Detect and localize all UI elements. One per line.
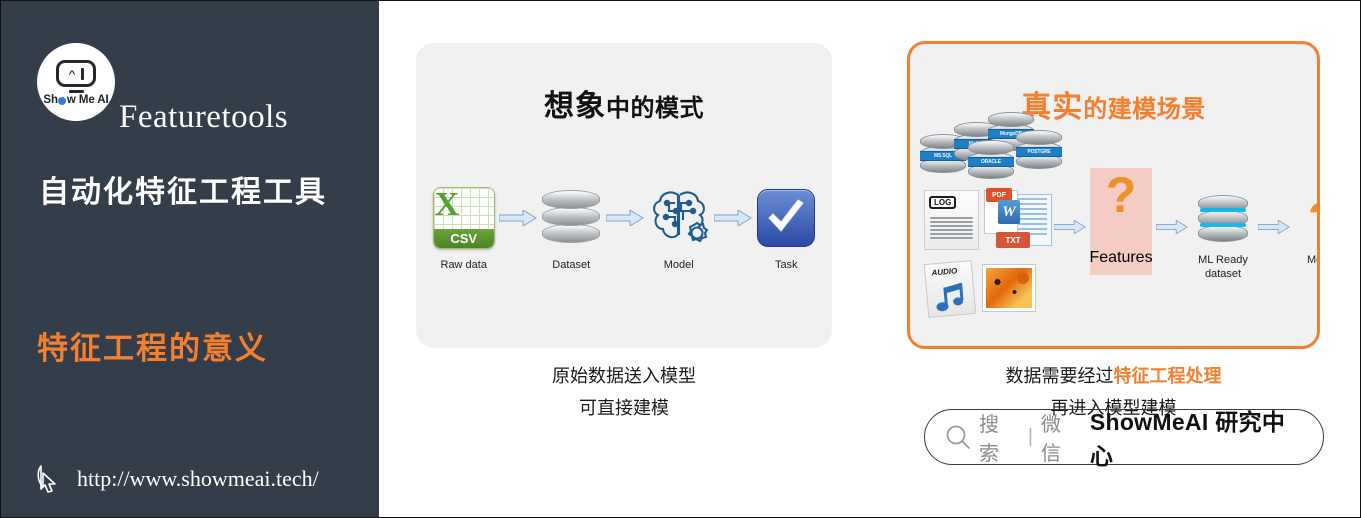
orange-question-mark-icon: ? — [1105, 167, 1137, 223]
log-file-label: LOG — [929, 196, 957, 209]
right-caption-plain: 数据需要经过 — [1005, 366, 1114, 386]
section-heading: 特征工程的意义 — [37, 331, 268, 366]
word-badge-label: W — [998, 200, 1020, 224]
csv-badge-label: CSV — [433, 229, 494, 248]
real-world-pipeline-card: ShowMeAI 真实的建模场景 MS SQL MySQL — [907, 41, 1320, 349]
sidebar: ^ Sh w Me AI Featuretools 自动化特征工程工具 特征工程… — [1, 1, 379, 517]
ml-label-line1: ML Ready — [1198, 254, 1248, 266]
csv-file-icon: X CSV — [432, 185, 495, 251]
search-watermark-box[interactable]: 搜索 | 微信 ShowMeAI 研究中心 — [924, 409, 1324, 469]
blue-checkmark-icon — [757, 185, 816, 251]
left-card-caption: 原始数据送入模型 可直接建模 — [416, 361, 832, 424]
left-card-title: 想象中的模式 — [416, 81, 832, 125]
page-subtitle: 自动化特征工程工具 — [39, 176, 327, 209]
right-caption-highlight: 特征工程处理 — [1113, 366, 1222, 386]
left-card-title-bold: 想象 — [544, 90, 606, 123]
search-channel: 微信 — [1040, 414, 1062, 465]
show-me-ai-robot-logo-icon: ^ Sh w Me AI — [37, 43, 115, 121]
robot-eye-bar-icon — [80, 67, 84, 80]
logo-dot-icon — [58, 97, 67, 105]
left-caption-line2: 可直接建模 — [579, 397, 669, 418]
flow-node-label: Features — [1089, 249, 1153, 266]
flow-node-label: Raw data — [440, 259, 487, 271]
flow-node-features: ? Features — [1089, 167, 1153, 275]
excel-x-mark: X — [434, 187, 460, 223]
flow-node-dataset: Dataset — [538, 185, 606, 273]
txt-file-label: TXT — [996, 232, 1030, 248]
search-divider: | — [1027, 426, 1033, 447]
right-caption-line1: 数据需要经过特征工程处理 — [907, 361, 1320, 393]
logo-text-mid: w Me AI — [66, 94, 109, 106]
ml-dataset-cylinder-icon — [1198, 194, 1248, 246]
website-url-row[interactable]: http://www.showmeai.tech/ — [35, 463, 319, 495]
flow-node-label: Model — [1307, 254, 1317, 266]
database-label: ORACLE — [968, 157, 1014, 167]
logo-wordmark: Sh w Me AI — [43, 94, 108, 106]
right-flow-diagram: ? Features ML Ready dataset M — [1050, 168, 1317, 282]
brand-logo: ^ Sh w Me AI — [37, 43, 115, 121]
main-content: 想象中的模式 X CSV Raw data Dataset Model Task… — [379, 1, 1360, 517]
ml-label-line2: dataset — [1204, 267, 1242, 280]
right-card-title-rest: 的建模场景 — [1083, 96, 1206, 123]
database-cylinder-icon — [542, 185, 601, 251]
flow-node-ml-dataset: ML Ready dataset — [1192, 194, 1254, 282]
flow-node-raw-data: X CSV Raw data — [430, 185, 498, 273]
robot-eye-caret-icon: ^ — [68, 67, 76, 80]
database-icon-postgre: POSTGRE — [1016, 130, 1062, 172]
left-flow-diagram: X CSV Raw data Dataset Model Task — [430, 185, 820, 273]
flow-arrow-icon — [1050, 194, 1090, 260]
logo-text-before: Sh — [43, 94, 58, 106]
database-cluster-icon: MS SQL MySQL MongoDB POSTGRE — [920, 112, 1070, 182]
log-file-icon: LOG — [924, 190, 979, 250]
website-url-text: http://www.showmeai.tech/ — [77, 466, 319, 491]
robot-face-icon: ^ — [56, 60, 96, 87]
flow-node-label: Model — [663, 259, 694, 271]
flow-node-model: Model — [645, 185, 713, 273]
left-caption-line1: 原始数据送入模型 — [552, 366, 696, 386]
database-label: POSTGRE — [1016, 147, 1062, 157]
search-placeholder: 搜索 — [979, 414, 1000, 465]
flow-node-task: Task — [753, 185, 821, 273]
flow-node-label: Dataset — [552, 259, 591, 271]
search-brand: ShowMeAI 研究中心 — [1089, 409, 1286, 469]
model-question-mark: ? — [1308, 196, 1317, 242]
flow-node-label: ML Ready dataset — [1198, 254, 1248, 282]
mouse-pointer-icon — [37, 465, 56, 493]
left-card-title-rest: 中的模式 — [606, 95, 704, 122]
flow-node-model: ? Model — [1294, 194, 1317, 268]
flow-arrow-icon — [1152, 194, 1192, 260]
audio-file-icon: AUDIO — [923, 260, 977, 318]
image-file-icon — [982, 264, 1036, 312]
orange-question-mark-icon: ? — [1308, 194, 1317, 246]
search-icon — [946, 425, 970, 449]
flow-node-label: Task — [774, 259, 798, 271]
imagined-pipeline-card: 想象中的模式 X CSV Raw data Dataset Model Task — [416, 43, 832, 348]
audio-file-label: AUDIO — [931, 266, 958, 278]
flow-arrow-icon — [605, 185, 645, 251]
flow-arrow-icon — [713, 185, 753, 251]
music-note-icon — [936, 282, 964, 312]
flow-arrow-icon — [498, 185, 538, 251]
flow-arrow-icon — [1254, 194, 1294, 260]
slide-root: ^ Sh w Me AI Featuretools 自动化特征工程工具 特征工程… — [0, 0, 1361, 518]
brain-gear-icon — [647, 185, 711, 251]
page-title: Featuretools — [119, 99, 289, 135]
robot-neck-icon — [68, 90, 84, 93]
database-icon-oracle: ORACLE — [968, 140, 1014, 182]
